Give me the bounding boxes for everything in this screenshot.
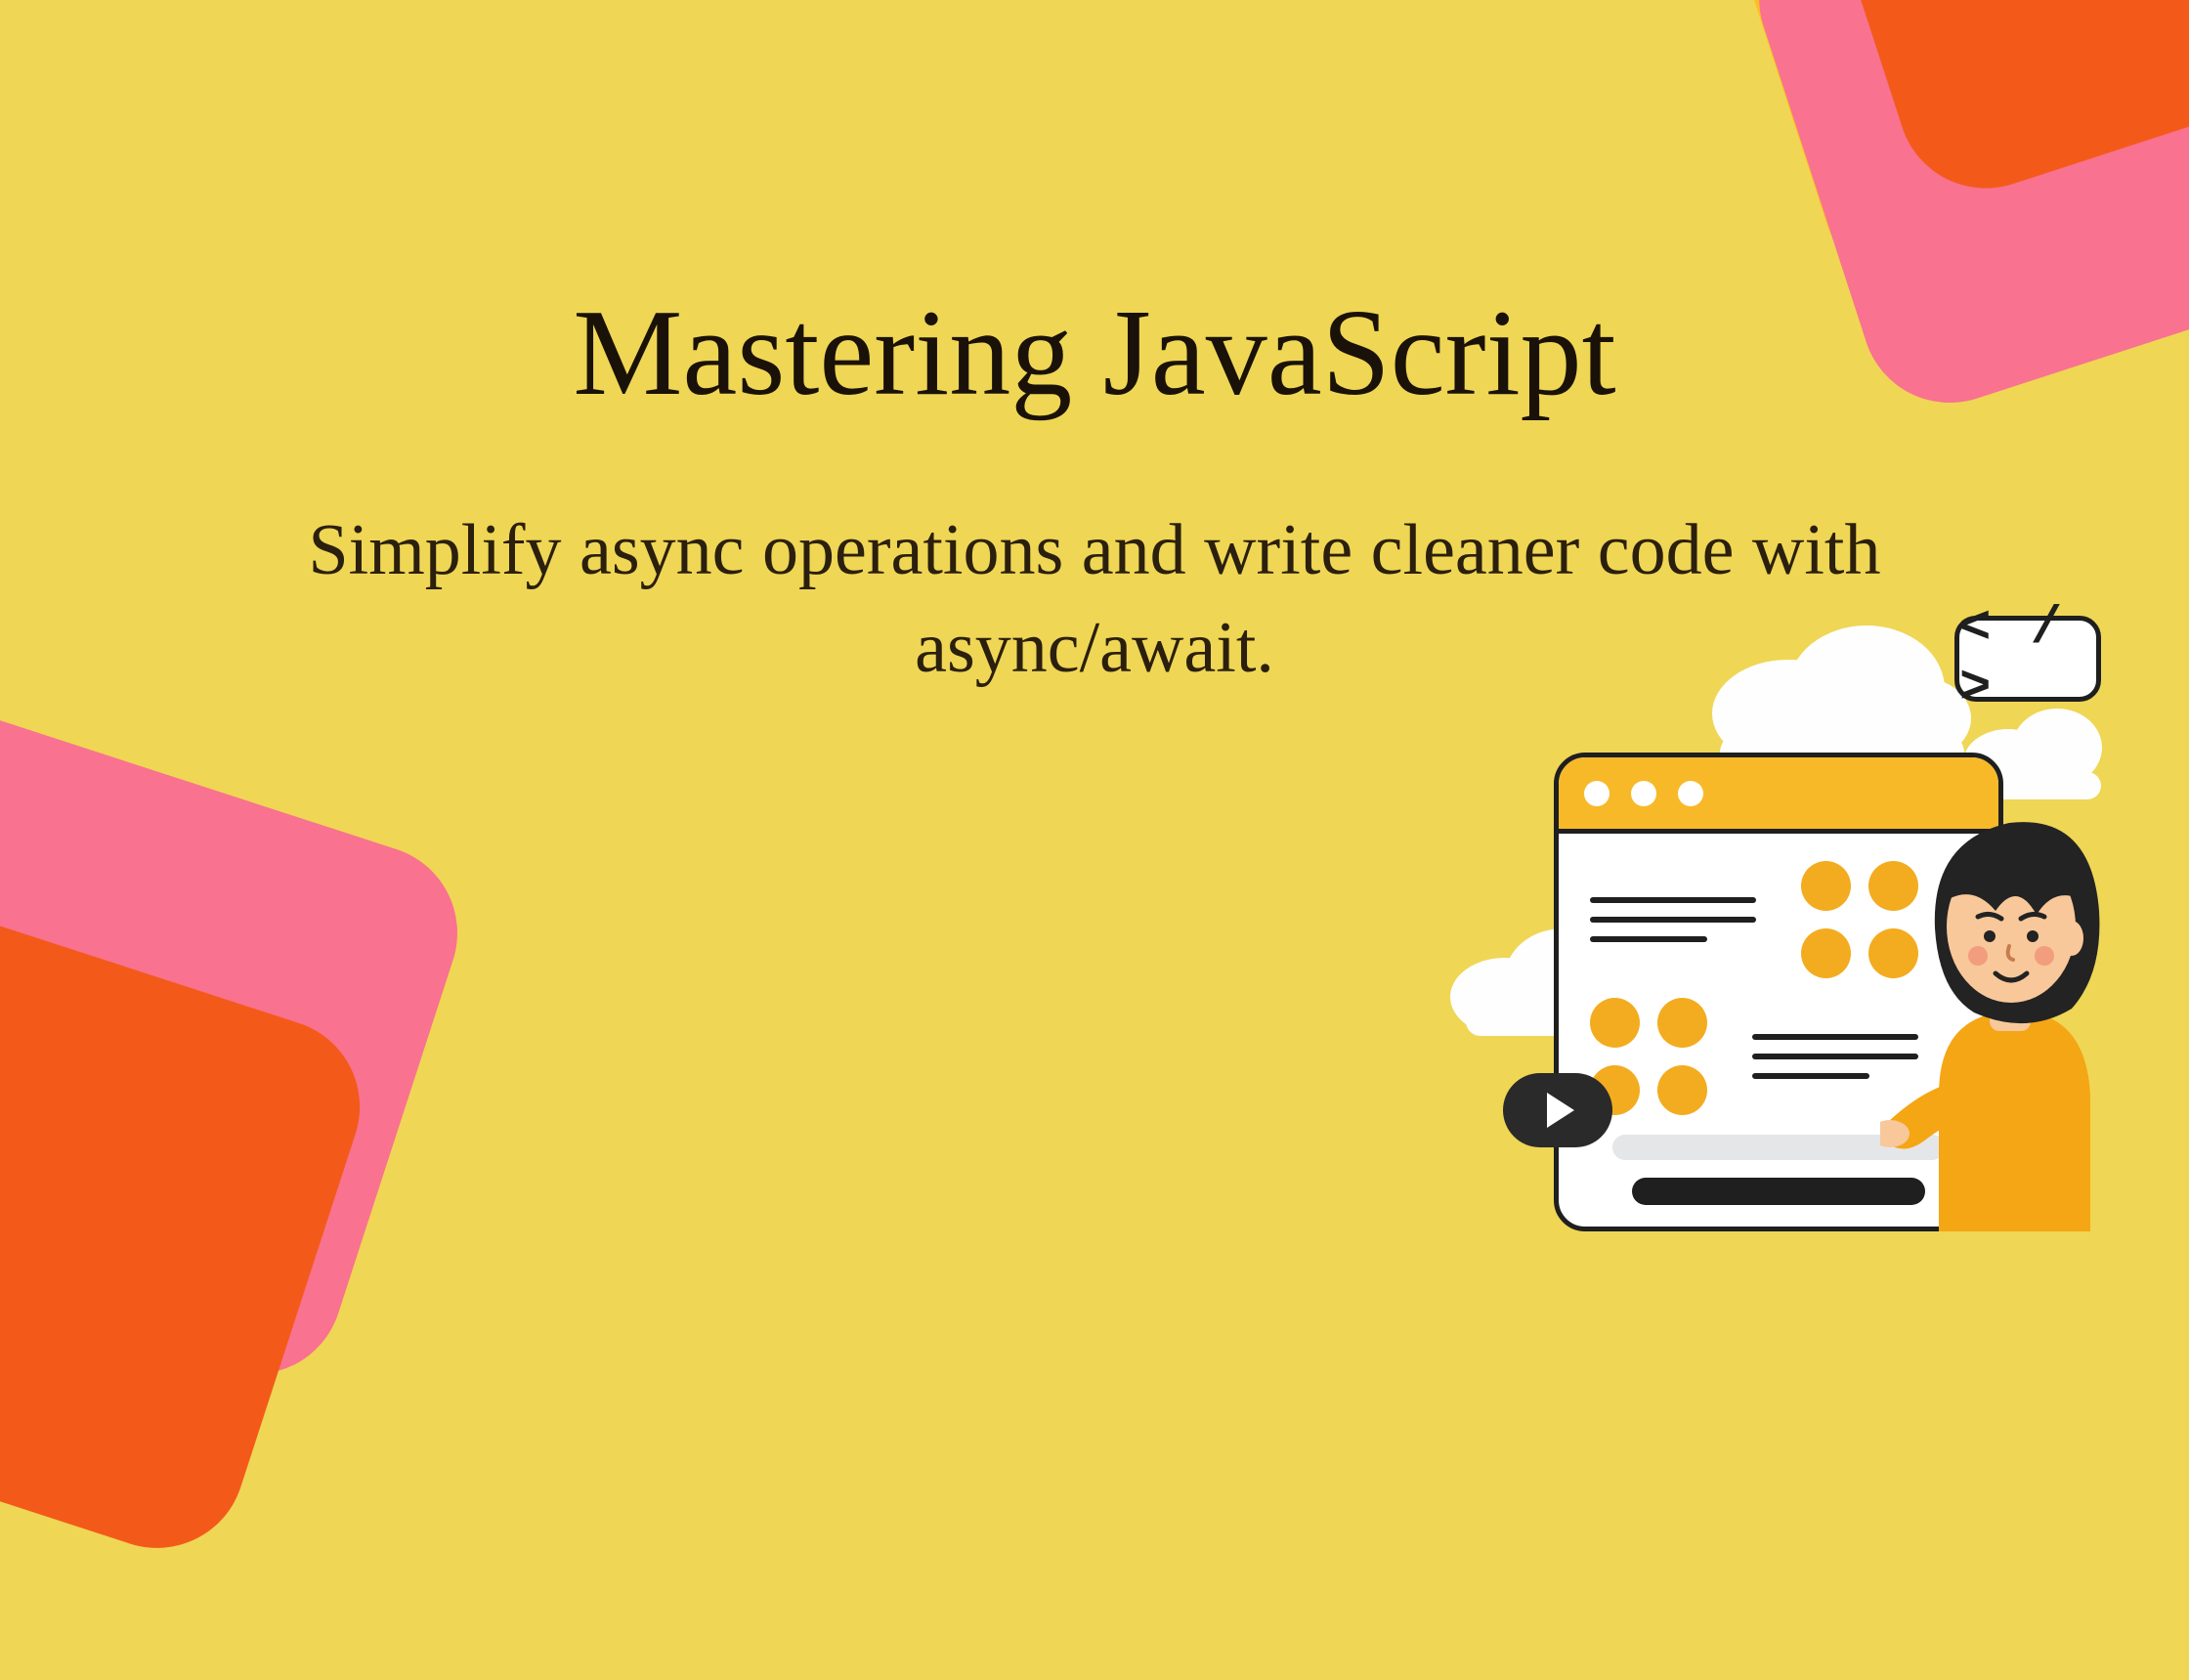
person-illustration (1880, 743, 2134, 1231)
hero-illustration: < / > (1407, 586, 2130, 1231)
page-title: Mastering JavaScript (0, 283, 2189, 424)
window-dot (1631, 781, 1656, 806)
corner-decoration-bottom-left (0, 666, 666, 1680)
text-lines-icon (1590, 897, 1756, 942)
code-tag-icon: < / > (1954, 616, 2101, 702)
play-icon (1503, 1073, 1612, 1147)
window-dot (1678, 781, 1703, 806)
window-dot (1584, 781, 1610, 806)
